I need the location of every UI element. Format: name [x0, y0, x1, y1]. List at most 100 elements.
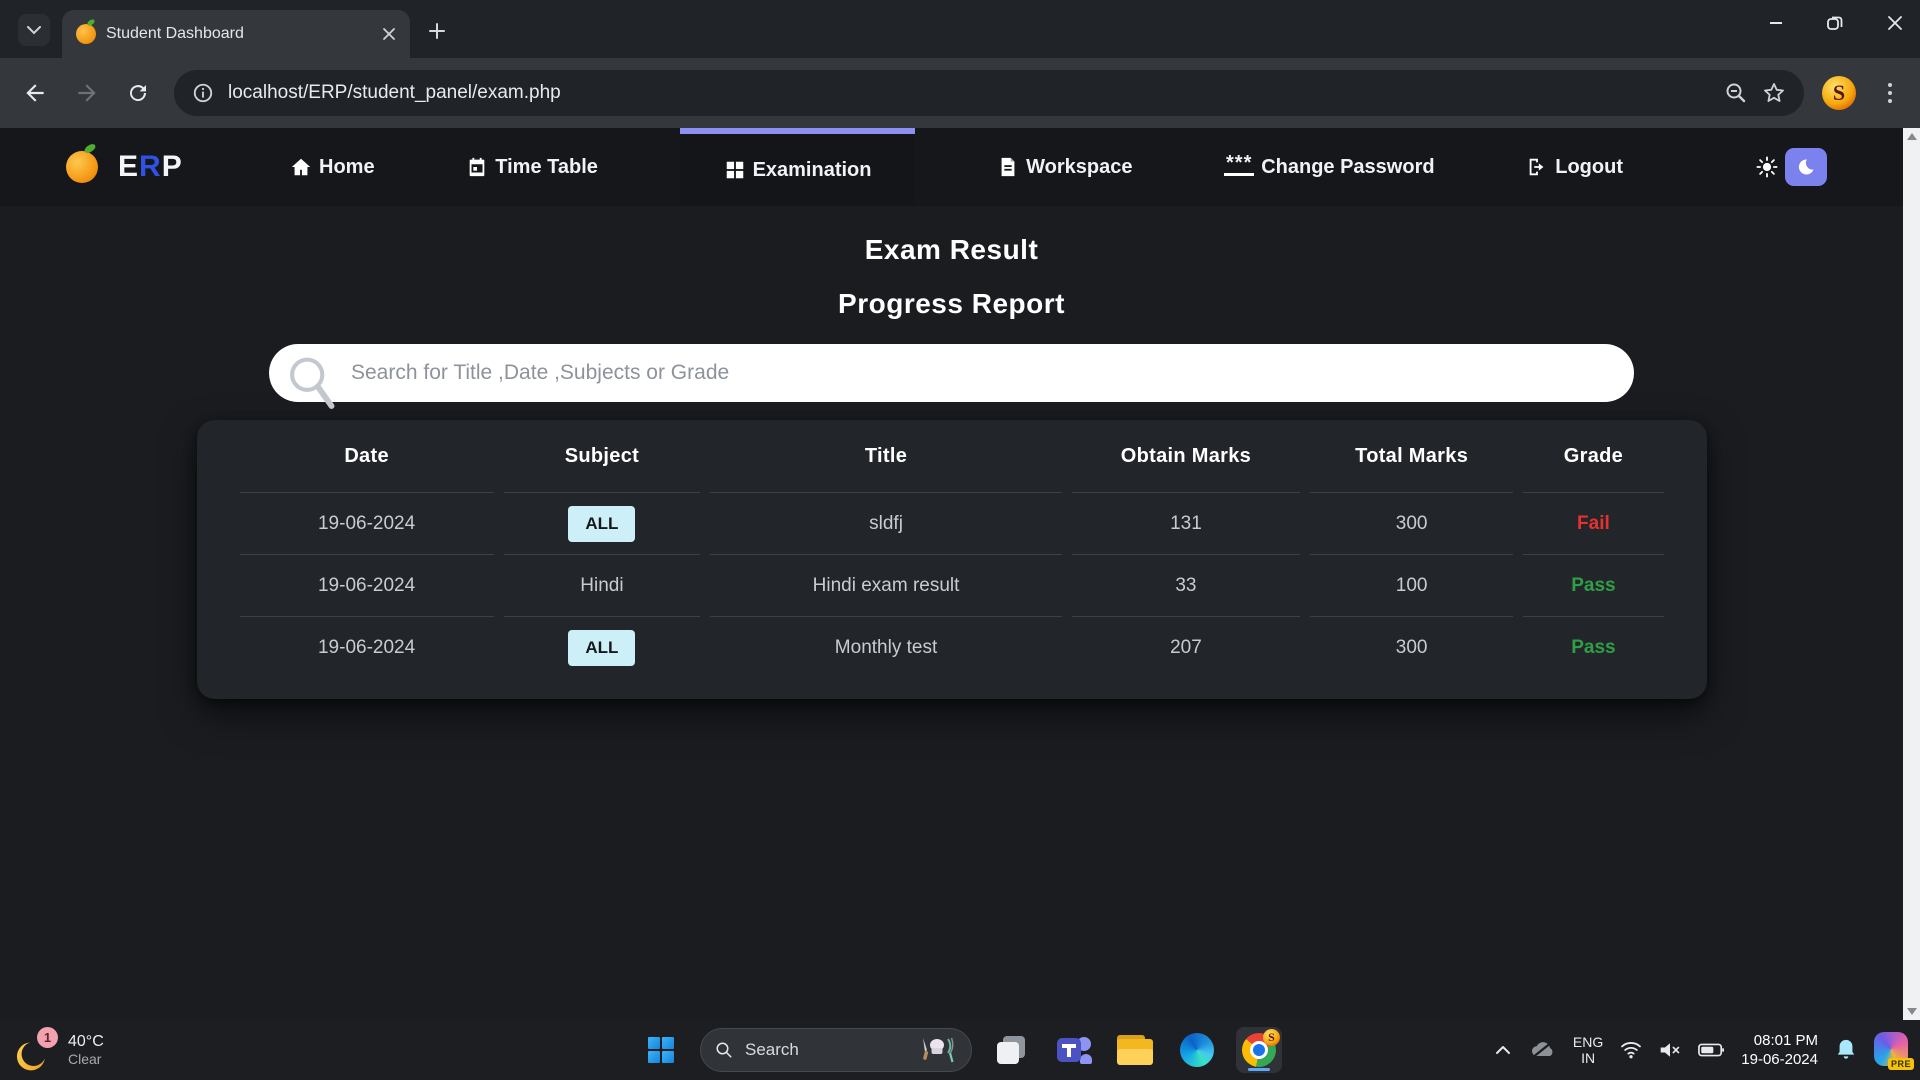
- taskbar-search[interactable]: Search: [700, 1028, 972, 1072]
- subject-badge: ALL: [568, 630, 635, 666]
- grid-icon: [724, 159, 746, 181]
- new-tab-button[interactable]: [428, 22, 446, 45]
- profile-avatar[interactable]: S: [1822, 76, 1856, 110]
- page-subtitle: Progress Report: [0, 288, 1903, 320]
- sun-icon: [1756, 156, 1778, 178]
- browser-tab[interactable]: Student Dashboard: [62, 10, 410, 58]
- folder-icon: [1117, 1035, 1153, 1065]
- copilot-pre-badge: PRE: [1888, 1058, 1914, 1070]
- search-input[interactable]: [269, 344, 1634, 402]
- results-table: Date Subject Title Obtain Marks Total Ma…: [230, 420, 1674, 678]
- nav-item-change-password[interactable]: *** Change Password: [1214, 128, 1444, 206]
- cell-grade: Pass: [1523, 616, 1663, 678]
- table-row[interactable]: 19-06-2024 Hindi Hindi exam result 33 10…: [240, 554, 1664, 616]
- close-button[interactable]: [1886, 14, 1904, 32]
- cell-total-marks: 300: [1310, 492, 1513, 554]
- wifi-icon[interactable]: [1620, 1041, 1642, 1059]
- teams-icon: [1055, 1034, 1091, 1066]
- window-controls: [1768, 14, 1904, 32]
- forward-button[interactable]: [74, 80, 100, 106]
- brand[interactable]: ERP: [0, 128, 280, 206]
- language-line1: ENG: [1573, 1034, 1603, 1050]
- grade-value: Fail: [1577, 513, 1610, 534]
- weather-widget[interactable]: 1 40°C Clear: [14, 1020, 104, 1080]
- search-bar: [269, 344, 1634, 402]
- table-header-row: Date Subject Title Obtain Marks Total Ma…: [240, 420, 1664, 492]
- grade-value: Pass: [1571, 637, 1615, 658]
- cell-title: sldfj: [710, 492, 1062, 554]
- header-grade: Grade: [1523, 420, 1663, 492]
- nav-label: Time Table: [495, 156, 598, 179]
- onedrive-paused-icon[interactable]: [1528, 1040, 1556, 1060]
- cell-subject: ALL: [504, 492, 700, 554]
- language-indicator[interactable]: ENG IN: [1573, 1034, 1603, 1066]
- menu-kebab-icon[interactable]: [1880, 82, 1900, 104]
- page-scrollbar[interactable]: [1903, 128, 1920, 1020]
- task-view-button[interactable]: [988, 1027, 1034, 1073]
- nav-item-logout[interactable]: Logout: [1516, 128, 1633, 206]
- brand-text: ERP: [118, 150, 183, 184]
- dark-mode-button[interactable]: [1785, 148, 1827, 186]
- logout-icon: [1526, 156, 1548, 178]
- table-row[interactable]: 19-06-2024 ALL Monthly test 207 300 Pass: [240, 616, 1664, 678]
- zoom-indicator-icon[interactable]: [1724, 81, 1748, 105]
- nav-item-home[interactable]: Home: [280, 128, 385, 206]
- minimize-button[interactable]: [1768, 15, 1784, 31]
- document-icon: [997, 156, 1019, 178]
- nav-item-workspace[interactable]: Workspace: [987, 128, 1142, 206]
- light-mode-button[interactable]: [1749, 149, 1785, 185]
- teams-app-button[interactable]: [1050, 1027, 1096, 1073]
- url-bar[interactable]: localhost/ERP/student_panel/exam.php: [174, 70, 1804, 116]
- start-button[interactable]: [638, 1027, 684, 1073]
- battery-icon[interactable]: [1698, 1042, 1724, 1058]
- nav-label: Home: [319, 156, 375, 179]
- results-tbody: 19-06-2024 ALL sldfj 131 300 Fail 19-06-…: [240, 492, 1664, 678]
- browser-toolbar: localhost/ERP/student_panel/exam.php S: [0, 58, 1920, 128]
- tab-title: Student Dashboard: [106, 25, 372, 43]
- cell-title: Hindi exam result: [710, 554, 1062, 616]
- site-navbar: ERP Home Time Table Examination Workspa: [0, 128, 1903, 206]
- moon-icon: [1796, 157, 1816, 177]
- cell-obtain-marks: 131: [1072, 492, 1300, 554]
- bookmark-star-icon[interactable]: [1762, 81, 1786, 105]
- copilot-button[interactable]: PRE: [1874, 1032, 1910, 1068]
- cell-subject: Hindi: [504, 554, 700, 616]
- tab-close-icon[interactable]: [382, 27, 396, 41]
- search-icon: [715, 1041, 733, 1059]
- notifications-bell-icon[interactable]: [1835, 1038, 1857, 1062]
- tab-search-button[interactable]: [18, 14, 50, 46]
- table-row[interactable]: 19-06-2024 ALL sldfj 131 300 Fail: [240, 492, 1664, 554]
- restore-button[interactable]: [1826, 14, 1844, 32]
- plus-icon: [428, 22, 446, 40]
- reload-button[interactable]: [126, 81, 150, 105]
- site-info-icon[interactable]: [192, 82, 214, 104]
- nav-item-time-table[interactable]: Time Table: [456, 128, 608, 206]
- brand-orange-icon: [66, 151, 98, 183]
- scroll-down-icon[interactable]: [1907, 1008, 1917, 1015]
- main-content: Exam Result Progress Report Date: [0, 234, 1903, 699]
- tab-favicon-icon: [76, 24, 96, 44]
- nav-item-examination[interactable]: Examination: [680, 128, 916, 206]
- tray-date: 19-06-2024: [1741, 1050, 1818, 1069]
- system-tray: ENG IN 08:01 PM 19-06-2024 PRE: [1495, 1020, 1910, 1080]
- cell-subject: ALL: [504, 616, 700, 678]
- url-text[interactable]: localhost/ERP/student_panel/exam.php: [228, 82, 1710, 104]
- file-explorer-button[interactable]: [1112, 1027, 1158, 1073]
- weather-desc: Clear: [68, 1051, 104, 1068]
- hidden-icons-chevron[interactable]: [1495, 1045, 1511, 1055]
- chrome-browser-button[interactable]: S: [1236, 1027, 1282, 1073]
- taskbar-search-label: Search: [745, 1040, 917, 1060]
- cell-obtain-marks: 207: [1072, 616, 1300, 678]
- theme-toggle[interactable]: [1749, 148, 1827, 186]
- nav-label: Examination: [753, 159, 872, 182]
- tray-time: 08:01 PM: [1741, 1031, 1818, 1050]
- volume-muted-icon[interactable]: [1659, 1041, 1681, 1059]
- cell-date: 19-06-2024: [240, 616, 494, 678]
- back-button[interactable]: [22, 80, 48, 106]
- subject-badge: ALL: [568, 506, 635, 542]
- edge-browser-button[interactable]: [1174, 1027, 1220, 1073]
- scroll-up-icon[interactable]: [1907, 133, 1917, 140]
- clock[interactable]: 08:01 PM 19-06-2024: [1741, 1031, 1818, 1069]
- cell-total-marks: 100: [1310, 554, 1513, 616]
- cell-date: 19-06-2024: [240, 554, 494, 616]
